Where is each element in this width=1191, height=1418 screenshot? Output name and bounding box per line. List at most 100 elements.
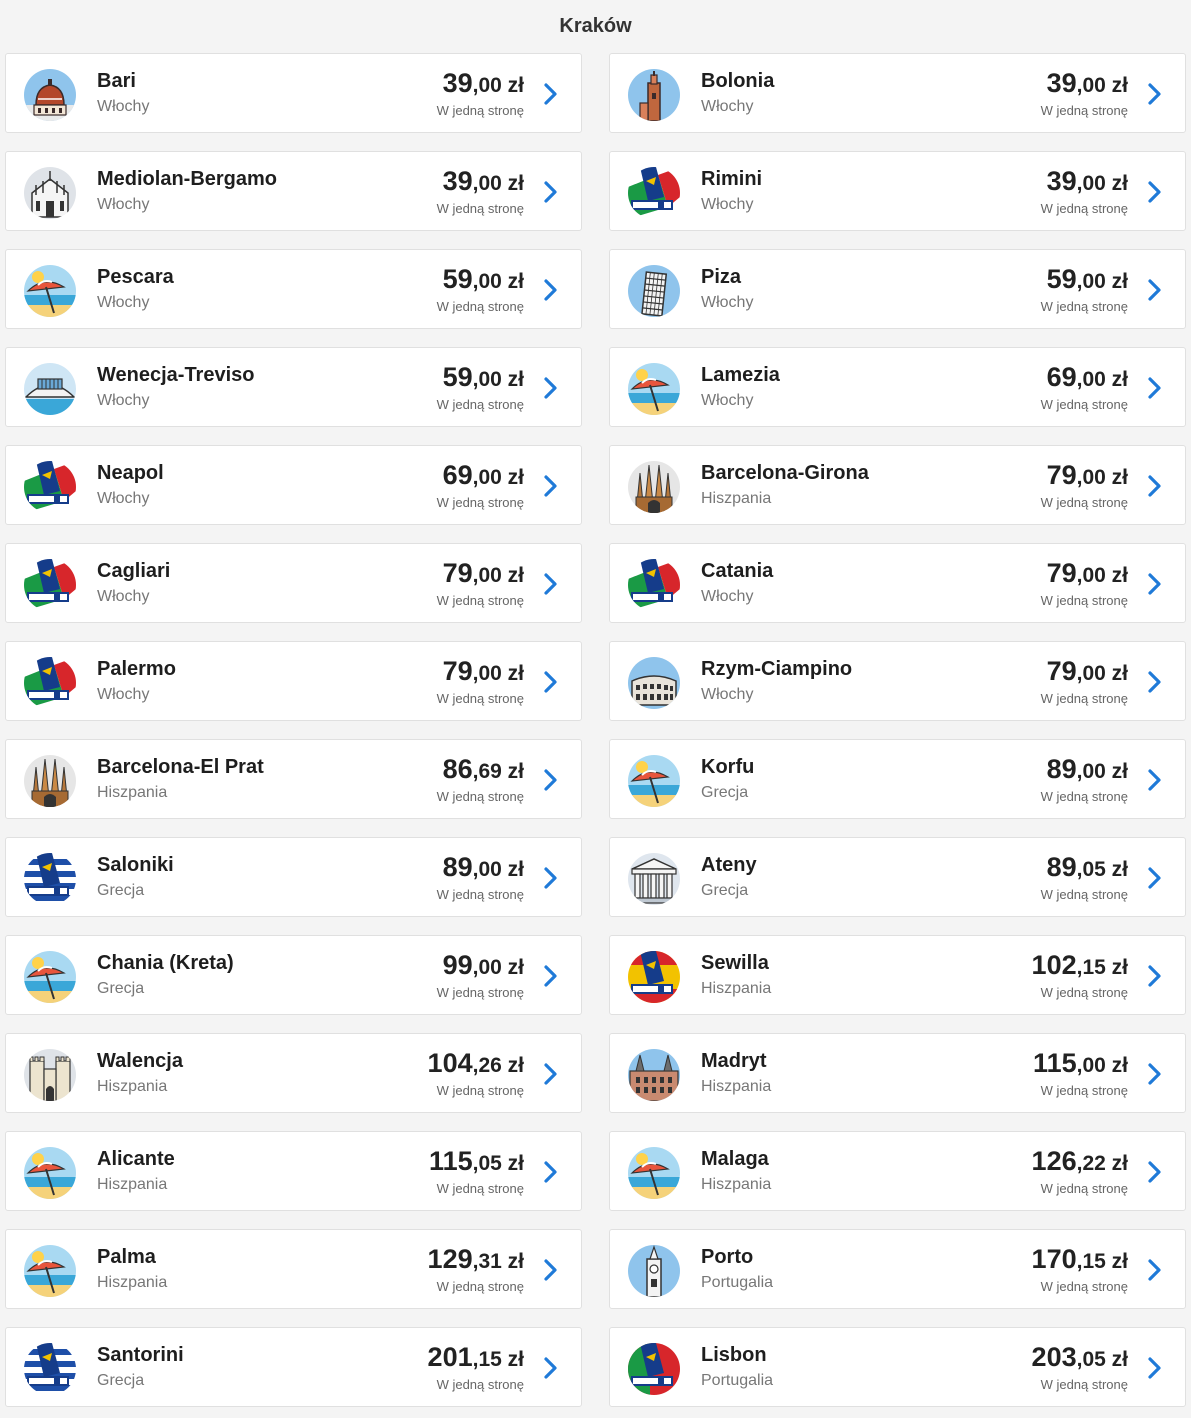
trip-type-note: W jedną stronę <box>436 103 524 118</box>
price-decimal: ,00 <box>472 956 502 979</box>
plane-tail-italy-icon <box>628 559 680 611</box>
chevron-right-icon[interactable] <box>1145 1258 1165 1282</box>
chevron-right-icon[interactable] <box>1145 1356 1165 1380</box>
destination-card[interactable]: Bolonia Włochy 39,00 zł W jedną stronę <box>609 53 1186 133</box>
chevron-right-icon[interactable] <box>541 768 561 792</box>
destination-card[interactable]: Malaga Hiszpania 126,22 zł W jedną stronę <box>609 1131 1186 1211</box>
destination-card[interactable]: Piza Włochy 59,00 zł W jedną stronę <box>609 249 1186 329</box>
price-integer: 59 <box>1046 264 1077 294</box>
price-integer: 102 <box>1031 950 1077 980</box>
destination-card[interactable]: Chania (Kreta) Grecja 99,00 zł W jedną stro… <box>5 935 582 1015</box>
destination-card[interactable]: Catania Włochy 79,00 zł W jedną stronę <box>609 543 1186 623</box>
destination-city: Piza <box>701 266 742 288</box>
destination-country: Włochy <box>97 588 150 605</box>
destination-city: Madryt <box>701 1050 767 1072</box>
chevron-right-icon[interactable] <box>541 278 561 302</box>
destination-card[interactable]: Alicante Hiszpania 115,05 zł W jedną stronę <box>5 1131 582 1211</box>
chevron-right-icon[interactable] <box>541 1258 561 1282</box>
plane-tail-italy-icon <box>24 657 76 709</box>
trip-type-note: W jedną stronę <box>436 593 524 608</box>
chevron-right-icon[interactable] <box>541 670 561 694</box>
destination-card[interactable]: Ateny Grecja 89,05 zł W jedną stronę <box>609 837 1186 917</box>
chevron-right-icon[interactable] <box>1145 180 1165 204</box>
destination-city: Korfu <box>701 756 755 778</box>
price-decimal: ,00 <box>472 466 502 489</box>
chevron-right-icon[interactable] <box>1145 82 1165 106</box>
chevron-right-icon[interactable] <box>1145 866 1165 890</box>
destination-card[interactable]: Sewilla Hiszpania 102,15 zł W jedną stronę <box>609 935 1186 1015</box>
chevron-right-icon[interactable] <box>1145 1160 1165 1184</box>
chevron-right-icon[interactable] <box>1145 376 1165 400</box>
trip-type-note: W jedną stronę <box>1040 887 1128 902</box>
destination-country: Grecja <box>97 980 145 997</box>
price-integer: 201 <box>427 1342 473 1372</box>
destination-card[interactable]: Barcelona-El Prat Hiszpania 86,69 zł W jedn… <box>5 739 582 819</box>
destination-card[interactable]: Palma Hiszpania 129,31 zł W jedną stronę <box>5 1229 582 1309</box>
chevron-right-icon[interactable] <box>541 1160 561 1184</box>
chevron-right-icon[interactable] <box>1145 964 1165 988</box>
destination-price: 69,00 zł <box>443 460 524 491</box>
price-currency: zł <box>1111 858 1128 881</box>
destination-card[interactable]: Saloniki Grecja 89,00 zł W jedną stronę <box>5 837 582 917</box>
plane-tail-italy-icon <box>24 461 76 513</box>
chevron-right-icon[interactable] <box>541 866 561 890</box>
destination-price: 89,05 zł <box>1047 852 1128 883</box>
destination-city: Neapol <box>97 462 164 484</box>
destination-city: Lisbon <box>701 1344 767 1366</box>
destination-card[interactable]: Lisbon Portugalia 203,05 zł W jedną stronę <box>609 1327 1186 1407</box>
chevron-right-icon[interactable] <box>541 376 561 400</box>
chevron-right-icon[interactable] <box>1145 474 1165 498</box>
price-integer: 104 <box>427 1048 473 1078</box>
chevron-right-icon[interactable] <box>1145 1062 1165 1086</box>
destinations-grid: Bari Włochy 39,00 zł W jedną stronę Bolonia W… <box>0 0 1191 1418</box>
chevron-right-icon[interactable] <box>541 1062 561 1086</box>
chevron-right-icon[interactable] <box>541 474 561 498</box>
price-decimal: ,05 <box>1076 1348 1106 1371</box>
chevron-right-icon[interactable] <box>1145 670 1165 694</box>
destination-card[interactable]: Neapol Włochy 69,00 zł W jedną stronę <box>5 445 582 525</box>
destination-country: Włochy <box>701 294 754 311</box>
price-integer: 99 <box>442 950 473 980</box>
chevron-right-icon[interactable] <box>1145 278 1165 302</box>
price-decimal: ,31 <box>472 1250 502 1273</box>
destination-card[interactable]: Korfu Grecja 89,00 zł W jedną stronę <box>609 739 1186 819</box>
destination-card[interactable]: Bari Włochy 39,00 zł W jedną stronę <box>5 53 582 133</box>
destination-card[interactable]: Porto Portugalia 170,15 zł W jedną stronę <box>609 1229 1186 1309</box>
chevron-right-icon[interactable] <box>1145 572 1165 596</box>
destination-card[interactable]: Santorini Grecja 201,15 zł W jedną stronę <box>5 1327 582 1407</box>
price-currency: zł <box>1111 1250 1128 1273</box>
destination-card[interactable]: Barcelona-Girona Hiszpania 79,00 zł W jedną… <box>609 445 1186 525</box>
chevron-right-icon[interactable] <box>541 82 561 106</box>
plane-tail-italy-icon <box>24 559 76 611</box>
trip-type-note: W jedną stronę <box>1040 985 1128 1000</box>
price-decimal: ,00 <box>1076 172 1106 195</box>
destination-card[interactable]: Lamezia Włochy 69,00 zł W jedną stronę <box>609 347 1186 427</box>
destination-card[interactable]: Rimini Włochy 39,00 zł W jedną stronę <box>609 151 1186 231</box>
destination-card[interactable]: Pescara Włochy 59,00 zł W jedną stronę <box>5 249 582 329</box>
destination-card[interactable]: Wenecja-Treviso Włochy 59,00 zł W jedną str… <box>5 347 582 427</box>
destination-card[interactable]: Cagliari Włochy 79,00 zł W jedną stronę <box>5 543 582 623</box>
price-currency: zł <box>507 1348 524 1371</box>
price-integer: 39 <box>442 166 473 196</box>
destination-country: Hiszpania <box>97 784 168 801</box>
destination-card[interactable]: Madryt Hiszpania 115,00 zł W jedną stronę <box>609 1033 1186 1113</box>
chevron-right-icon[interactable] <box>541 1356 561 1380</box>
destination-country: Portugalia <box>701 1372 774 1389</box>
beach-umbrella-icon <box>24 1147 76 1199</box>
chevron-right-icon[interactable] <box>541 964 561 988</box>
chevron-right-icon[interactable] <box>1145 768 1165 792</box>
price-currency: zł <box>507 270 524 293</box>
price-integer: 69 <box>442 460 473 490</box>
price-currency: zł <box>1111 564 1128 587</box>
chevron-right-icon[interactable] <box>541 572 561 596</box>
destination-card[interactable]: Mediolan-Bergamo Włochy 39,00 zł W jedną st… <box>5 151 582 231</box>
destination-card[interactable]: Rzym-Ciampino Włochy 79,00 zł W jedną stron… <box>609 641 1186 721</box>
destination-city: Wenecja-Treviso <box>97 364 255 386</box>
price-currency: zł <box>507 1250 524 1273</box>
chevron-right-icon[interactable] <box>541 180 561 204</box>
destination-card[interactable]: Palermo Włochy 79,00 zł W jedną stronę <box>5 641 582 721</box>
destination-card[interactable]: Walencja Hiszpania 104,26 zł W jedną stronę <box>5 1033 582 1113</box>
destination-country: Hiszpania <box>701 490 772 507</box>
price-currency: zł <box>507 858 524 881</box>
leaning-tower-icon <box>628 265 680 317</box>
